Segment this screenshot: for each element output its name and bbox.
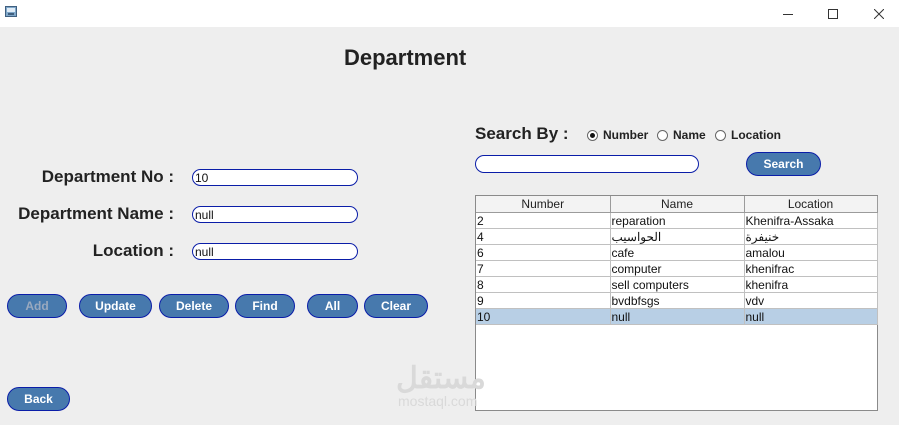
find-button[interactable]: Find [235,294,295,318]
department-name-label: Department Name : [18,204,174,223]
all-button[interactable]: All [307,294,358,318]
search-button[interactable]: Search [746,152,821,176]
cell-number: 4 [476,228,611,245]
table-row[interactable]: 4 الحواسيب خنيفرة [476,228,878,245]
location-field[interactable] [192,243,358,260]
cell-number: 10 [476,308,611,325]
cell-location: khenifra [744,276,878,293]
radio-unselected-icon [715,129,726,141]
cell-name: reparation [610,212,745,229]
cell-name: الحواسيب [610,228,745,245]
table-row[interactable]: 7 computer khenifrac [476,260,878,277]
table-row-selected[interactable]: 10 null null [476,308,878,325]
department-name-field[interactable] [192,206,358,223]
radio-location[interactable]: Location [715,128,781,142]
cell-number: 2 [476,212,611,229]
watermark-arabic: مستقل [396,362,486,395]
cell-name: sell computers [610,276,745,293]
radio-number-label: Number [603,128,649,142]
table-row[interactable]: 9 bvdbfsgs vdv [476,292,878,309]
table-row[interactable]: 6 cafe amalou [476,244,878,261]
column-header-number[interactable]: Number [476,196,611,213]
maximize-button[interactable] [810,0,856,27]
cell-number: 8 [476,276,611,293]
close-button[interactable] [856,0,899,27]
cell-number: 9 [476,292,611,309]
search-input[interactable] [475,155,699,173]
watermark-latin: mostaql.com [398,393,478,409]
clear-button[interactable]: Clear [364,294,428,318]
back-button[interactable]: Back [7,387,70,411]
cell-name: null [610,308,745,325]
cell-location: vdv [744,292,878,309]
watermark: مستقل mostaql.com [396,362,486,409]
radio-selected-icon [587,129,598,141]
column-header-name[interactable]: Name [610,196,745,213]
cell-location: Khenifra-Assaka [744,212,878,229]
department-table[interactable]: Number Name Location 2 reparation Khenif… [475,195,878,411]
cell-location: khenifrac [744,260,878,277]
title-bar [0,0,899,27]
delete-button[interactable]: Delete [159,294,229,318]
cell-number: 6 [476,244,611,261]
maximize-icon [828,8,838,19]
radio-location-label: Location [731,128,781,142]
cell-location: خنيفرة [744,228,878,245]
cell-name: bvdbfsgs [610,292,745,309]
radio-name-label: Name [673,128,706,142]
table-row[interactable]: 8 sell computers khenifra [476,276,878,293]
cell-location: null [744,308,878,325]
minimize-button[interactable] [765,0,811,27]
cell-name: computer [610,260,745,277]
table-row[interactable]: 2 reparation Khenifra-Assaka [476,212,878,229]
update-button[interactable]: Update [79,294,152,318]
radio-number[interactable]: Number [587,128,648,142]
cell-name: cafe [610,244,745,261]
column-header-location[interactable]: Location [744,196,878,213]
cell-number: 7 [476,260,611,277]
radio-name[interactable]: Name [657,128,706,142]
cell-location: amalou [744,244,878,261]
close-icon [874,8,884,19]
minimize-icon [783,13,793,15]
java-app-icon [5,6,17,17]
search-by-label: Search By : [475,124,569,143]
department-no-field[interactable] [192,169,358,186]
page-title: Department [344,45,467,70]
department-no-label: Department No : [41,167,174,186]
add-button[interactable]: Add [7,294,67,318]
location-label: Location : [92,241,174,260]
radio-unselected-icon [657,129,668,141]
